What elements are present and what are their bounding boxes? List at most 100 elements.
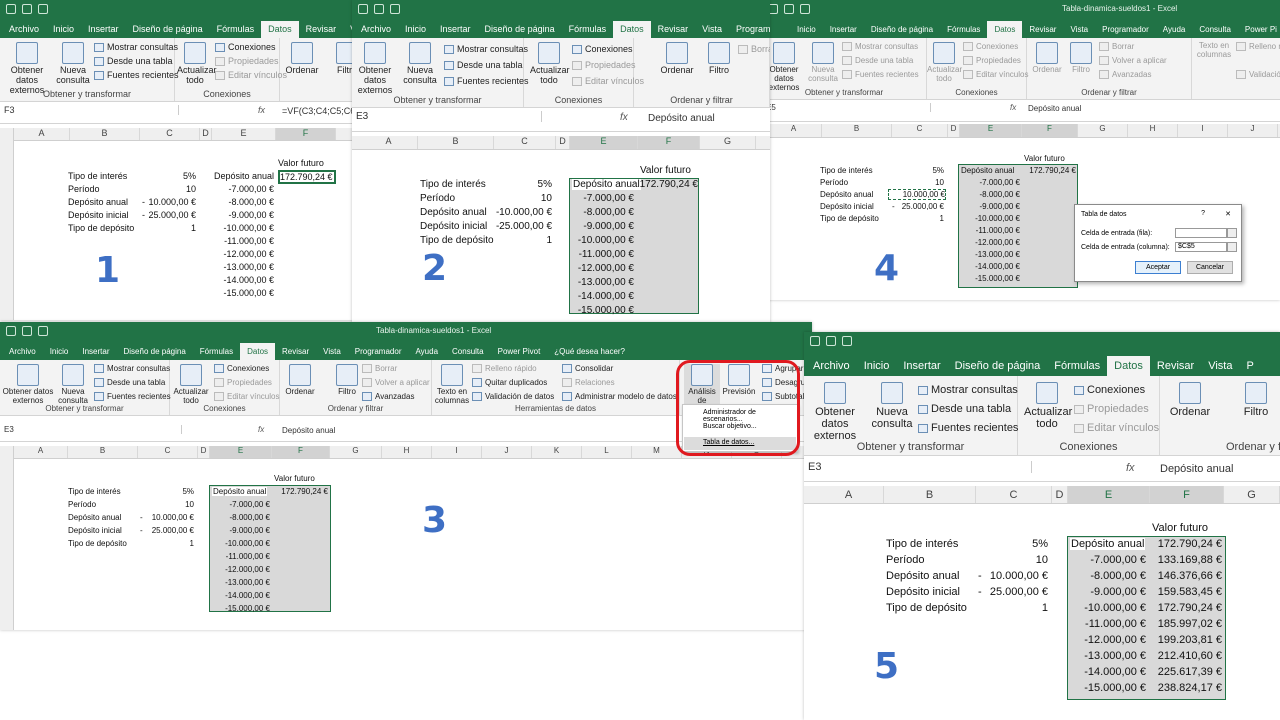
nueva-consulta-button[interactable]: Nueva consulta xyxy=(402,42,438,86)
deposit-cell[interactable]: -9.000,00 € xyxy=(960,202,1020,211)
formula-input[interactable]: Depósito anual xyxy=(1028,104,1081,113)
column-header[interactable]: E xyxy=(960,124,1022,137)
valor-futuro-label[interactable]: Valor futuro xyxy=(1152,522,1208,534)
label-cell[interactable]: Tipo de depósito xyxy=(820,214,879,223)
deposit-cell[interactable]: -10.000,00 € xyxy=(210,539,270,548)
column-header[interactable]: A xyxy=(814,486,884,503)
value-cell[interactable]: 1 xyxy=(494,235,552,246)
redo-icon[interactable] xyxy=(38,326,48,336)
tab-inicio[interactable]: Inicio xyxy=(43,343,76,360)
relleno-rapido-button[interactable]: Relleno rápi xyxy=(1236,42,1280,51)
propiedades-button[interactable]: Propiedades xyxy=(215,56,279,66)
ordenar-button[interactable]: Ordenar xyxy=(658,42,696,76)
deposit-cell[interactable]: -11.000,00 € xyxy=(210,552,270,561)
editar-vinculos-button[interactable]: Editar vínculos xyxy=(963,70,1028,79)
label-cell[interactable]: Tipo de depósito xyxy=(886,602,967,614)
fila-input[interactable] xyxy=(1175,228,1227,238)
filtro-button[interactable]: Filtro xyxy=(1238,382,1274,418)
result-cell[interactable]: 172.790,24 € xyxy=(1022,166,1076,175)
tab-insertar[interactable]: Insertar xyxy=(823,21,864,38)
ordenar-button[interactable]: Ordenar xyxy=(284,42,320,76)
desde-tabla-button[interactable]: Desde una tabla xyxy=(918,403,1011,415)
column-header[interactable]: A xyxy=(766,124,822,137)
fx-icon[interactable]: fx xyxy=(258,105,265,115)
tab-inicio[interactable]: Inicio xyxy=(790,21,823,38)
column-header[interactable]: M xyxy=(632,446,682,458)
result-value-cell[interactable]: 199.203,81 € xyxy=(1150,634,1222,646)
value-cell-marquee[interactable]: 10.000,00 € xyxy=(888,189,946,200)
deposit-cell[interactable]: -8.000,00 € xyxy=(212,197,274,207)
column-header[interactable]: F xyxy=(272,446,330,458)
column-header[interactable]: B xyxy=(822,124,892,137)
undo-icon[interactable] xyxy=(22,326,32,336)
actualizar-button[interactable]: Actualizar todo xyxy=(1024,382,1072,430)
column-header[interactable]: G xyxy=(1078,124,1128,137)
deposit-cell[interactable]: -15.000,00 € xyxy=(960,274,1020,283)
filtro-button[interactable]: Filtro xyxy=(704,42,734,76)
deposit-cell[interactable]: -8.000,00 € xyxy=(960,190,1020,199)
label-cell[interactable]: Tipo de depósito xyxy=(68,539,127,548)
save-icon[interactable] xyxy=(810,336,820,346)
redo-icon[interactable] xyxy=(38,4,48,14)
column-header[interactable]: D xyxy=(556,136,570,149)
column-header[interactable]: E xyxy=(570,136,638,149)
texto-columnas-button[interactable]: Texto en columnas xyxy=(1194,41,1234,60)
tab-datos[interactable]: Datos xyxy=(261,21,299,38)
fx-icon[interactable]: fx xyxy=(1126,462,1135,474)
column-header[interactable]: C xyxy=(892,124,948,137)
formula-input[interactable]: Depósito anual xyxy=(282,426,335,435)
deposit-cell[interactable]: -13.000,00 € xyxy=(1068,650,1146,662)
fuentes-recientes-button[interactable]: Fuentes recientes xyxy=(444,76,529,86)
tab-insertar[interactable]: Insertar xyxy=(433,21,478,38)
column-header[interactable]: E xyxy=(1068,486,1150,503)
tab-vista[interactable]: Vista xyxy=(1201,356,1239,376)
fx-icon[interactable]: fx xyxy=(258,425,264,434)
column-header[interactable]: J xyxy=(482,446,532,458)
ordenar-button[interactable]: Ordenar xyxy=(1029,42,1065,75)
deposit-cell[interactable]: -14.000,00 € xyxy=(960,262,1020,271)
deposit-cell[interactable]: -8.000,00 € xyxy=(570,207,634,218)
fuentes-recientes-button[interactable]: Fuentes recientes xyxy=(94,70,179,80)
undo-icon[interactable] xyxy=(374,4,384,14)
column-header[interactable]: I xyxy=(432,446,482,458)
collapse-dialog-icon[interactable] xyxy=(1227,228,1237,238)
deposit-cell[interactable]: -15.000,00 € xyxy=(210,604,270,613)
result-value-cell[interactable]: 185.997,02 € xyxy=(1150,618,1222,630)
obtener-datos-button[interactable]: Obtener datos externos xyxy=(352,42,398,96)
value-cell[interactable]: 10.000,00 € xyxy=(138,513,194,522)
desde-tabla-button[interactable]: Desde una tabla xyxy=(94,378,165,387)
tab-programador[interactable]: Programador xyxy=(1095,21,1156,38)
deposit-cell[interactable]: -10.000,00 € xyxy=(960,214,1020,223)
deposit-cell[interactable]: -7.000,00 € xyxy=(1068,554,1146,566)
tab-diseno[interactable]: Diseño de página xyxy=(864,21,940,38)
column-header[interactable]: I xyxy=(1178,124,1228,137)
borrar-button[interactable]: Borrar xyxy=(738,44,770,54)
propiedades-button[interactable]: Propiedades xyxy=(214,378,272,387)
value-cell[interactable]: 1 xyxy=(892,214,944,223)
redo-icon[interactable] xyxy=(800,4,810,14)
deposit-cell[interactable]: -11.000,00 € xyxy=(960,226,1020,235)
label-cell[interactable]: Depósito anual xyxy=(820,190,873,199)
tab-revisar[interactable]: Revisar xyxy=(651,21,696,38)
tab-archivo[interactable]: Archivo xyxy=(354,21,398,38)
tab-revisar[interactable]: Revisar xyxy=(1022,21,1063,38)
columna-input[interactable]: $C$5 xyxy=(1175,242,1227,252)
avanzadas-button[interactable]: Avanzadas xyxy=(1099,70,1151,79)
deposit-cell[interactable]: -8.000,00 € xyxy=(1068,570,1146,582)
conexiones-button[interactable]: Conexiones xyxy=(1074,384,1145,396)
tab-insertar[interactable]: Insertar xyxy=(75,343,116,360)
quitar-duplicados-button[interactable]: Quitar duplicados xyxy=(472,378,547,387)
validacion-button[interactable]: Validación d xyxy=(1236,70,1280,79)
value-cell[interactable]: 1 xyxy=(140,223,196,233)
result-cell[interactable]: 172.790,24 € xyxy=(272,487,328,496)
result-value-cell[interactable]: 146.376,66 € xyxy=(1150,570,1222,582)
tab-datos[interactable]: Datos xyxy=(613,21,651,38)
label-cell[interactable]: Depósito inicial xyxy=(68,210,129,220)
value-cell[interactable]: 5% xyxy=(138,487,194,496)
borrar-button[interactable]: Borrar xyxy=(1099,42,1134,51)
column-header[interactable]: B xyxy=(70,128,140,140)
mostrar-consultas-button[interactable]: Mostrar consultas xyxy=(842,42,918,51)
deposit-cell[interactable]: -8.000,00 € xyxy=(210,513,270,522)
deposit-cell[interactable]: -14.000,00 € xyxy=(212,275,274,285)
undo-icon[interactable] xyxy=(22,4,32,14)
